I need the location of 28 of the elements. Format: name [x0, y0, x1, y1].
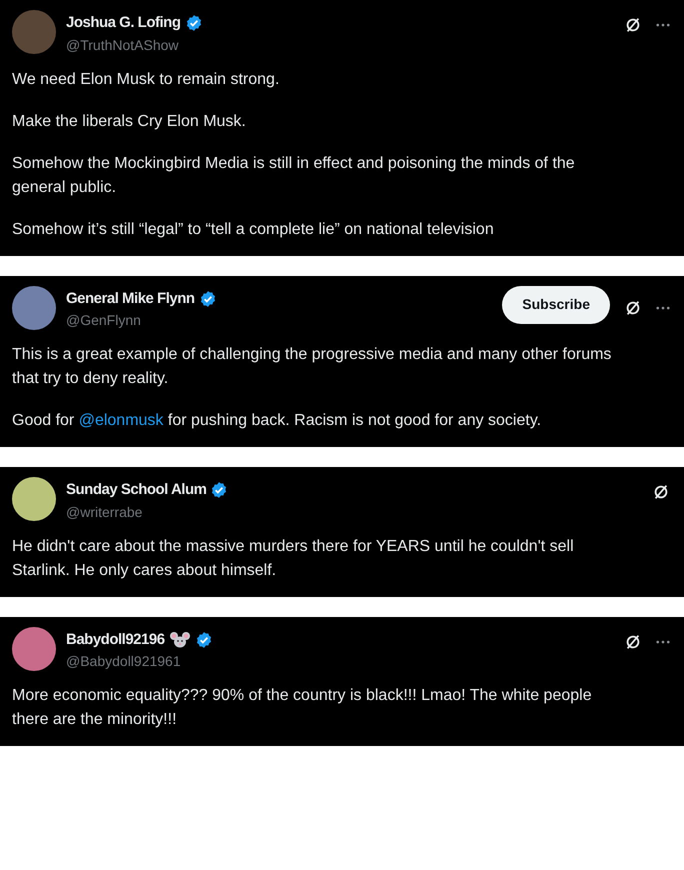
slashed-circle-icon[interactable]: [624, 16, 642, 34]
subscribe-button[interactable]: Subscribe: [502, 286, 610, 324]
slashed-circle-icon[interactable]: [624, 298, 642, 316]
more-options-icon[interactable]: [656, 640, 670, 644]
more-options-icon[interactable]: [656, 23, 670, 27]
display-name[interactable]: Babydoll92196: [66, 628, 165, 651]
avatar[interactable]: [12, 626, 56, 670]
post-text: He didn't care about the massive murders there for YEARS until he couldn't sell Starlink. He only cares about himself.: [12, 536, 575, 580]
slashed-circle-icon[interactable]: [624, 632, 642, 650]
display-name[interactable]: Sunday School Alum: [66, 479, 206, 502]
user-handle[interactable]: @TruthNotAShow: [66, 34, 614, 56]
user-handle[interactable]: @writerrabe: [66, 502, 642, 522]
display-name[interactable]: General Mike Flynn: [66, 288, 195, 310]
post-text: Make the liberals Cry Elon Musk.: [12, 112, 247, 132]
post-text: More economic equality??? 90% of the country is black!!! Lmao! The white people there are the minority!!!: [12, 686, 593, 730]
post-text: We need Elon Musk to remain strong.: [12, 70, 280, 90]
user-handle[interactable]: @Babydoll921961: [66, 651, 614, 672]
slashed-circle-icon[interactable]: [652, 483, 670, 501]
post-text: This is a great example of challenging the progressive media and many other forums that try to deny reality.: [12, 345, 612, 389]
display-name[interactable]: Joshua G. Lofing: [66, 12, 180, 34]
post-text: Good for @elonmusk for pushing back. Racism is not good for any society.: [12, 411, 542, 431]
avatar[interactable]: [12, 477, 56, 521]
post-text: Somehow the Mockingbird Media is still in effect and poisoning the minds of the general public.: [12, 154, 576, 198]
more-options-icon[interactable]: [656, 306, 670, 310]
avatar[interactable]: [12, 286, 56, 330]
user-handle[interactable]: @GenFlynn: [66, 310, 492, 331]
mention-link[interactable]: @elonmusk: [78, 412, 164, 429]
post-text: Somehow it’s still “legal” to “tell a complete lie” on national television: [12, 220, 495, 240]
